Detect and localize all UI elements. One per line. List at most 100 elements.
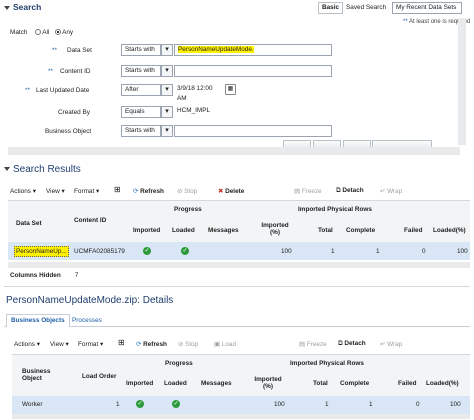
search-buttons-partial: [283, 140, 453, 147]
chevron-down-icon[interactable]: ▾: [161, 65, 173, 77]
horizontal-scrollbar[interactable]: [8, 262, 470, 268]
freeze-button[interactable]: ▤ Freeze: [299, 340, 327, 348]
refresh-button[interactable]: ⟳ Refresh: [136, 340, 167, 348]
content-id-cell: UCMFA02085179: [74, 248, 125, 255]
col-total[interactable]: Total: [313, 380, 328, 387]
col-messages[interactable]: Messages: [201, 380, 232, 387]
wrap-icon: ↵: [380, 188, 386, 195]
chevron-down-icon[interactable]: ▾: [161, 84, 173, 96]
chevron-down-icon[interactable]: ▾: [161, 125, 173, 137]
details-table-header: [12, 354, 470, 396]
col-imported[interactable]: Imported: [133, 227, 160, 234]
col-loaded-pct[interactable]: Loaded(%): [433, 227, 466, 234]
wrap-button[interactable]: ↵ Wrap: [380, 340, 402, 348]
tab-saved-search[interactable]: Saved Search: [346, 4, 386, 11]
wrap-icon: ↵: [380, 341, 386, 348]
stop-button[interactable]: ⊘ Stop: [178, 340, 198, 348]
created-by-operator[interactable]: Equals: [121, 106, 161, 118]
col-imported-physical-rows: Imported Physical Rows: [298, 206, 372, 213]
date-input[interactable]: 3/9/18 12:00 AM: [174, 84, 220, 102]
complete-cell: 1: [369, 401, 373, 408]
actions-menu[interactable]: Actions ▾: [14, 340, 40, 348]
required-marker: **: [48, 68, 53, 75]
wrap-button[interactable]: ↵ Wrap: [380, 187, 402, 195]
failed-cell: 0: [416, 401, 420, 408]
col-failed[interactable]: Failed: [398, 380, 416, 387]
refresh-button[interactable]: ⟳ Refresh: [133, 187, 164, 195]
col-loaded[interactable]: Loaded: [164, 380, 187, 387]
load-order-cell: 1: [116, 401, 120, 408]
business-object-cell: Worker: [22, 401, 43, 408]
delete-button[interactable]: ✖ Delete: [218, 187, 244, 195]
tab-basic[interactable]: Basic: [318, 2, 343, 14]
col-imported-pct[interactable]: Imported (%): [259, 222, 291, 236]
chevron-down-icon[interactable]: ▾: [161, 44, 173, 56]
col-content-id[interactable]: Content ID: [74, 217, 106, 224]
content-id-operator[interactable]: Starts with: [121, 65, 161, 77]
col-loaded-pct[interactable]: Loaded(%): [426, 380, 459, 387]
view-menu[interactable]: View ▾: [46, 187, 65, 195]
view-menu[interactable]: View ▾: [50, 340, 69, 348]
horizontal-scrollbar[interactable]: [8, 147, 460, 155]
freeze-button[interactable]: ▤ Freeze: [294, 187, 322, 195]
details-toolbar: Actions ▾ View ▾ Format ▾ ⊞ ⟳ Refresh ⊘ …: [12, 334, 468, 352]
stop-icon: ⊘: [177, 188, 183, 195]
search-section-title[interactable]: Search: [4, 2, 41, 12]
format-menu[interactable]: Format ▾: [78, 340, 103, 348]
detach-button[interactable]: ⧉ Detach: [336, 187, 364, 195]
calendar-icon[interactable]: ▦: [225, 84, 236, 95]
required-marker: **: [25, 87, 30, 94]
tab-processes[interactable]: Processes: [72, 317, 102, 324]
col-complete[interactable]: Complete: [340, 380, 369, 387]
actions-menu[interactable]: Actions ▾: [10, 187, 36, 195]
load-icon: ▣: [214, 341, 221, 348]
load-button[interactable]: ▣ Load: [214, 340, 236, 348]
delete-icon: ✖: [218, 188, 224, 195]
format-menu[interactable]: Format ▾: [74, 187, 99, 195]
field-label-data-set: Data Set: [67, 47, 92, 54]
match-row: Match All Any: [10, 29, 74, 36]
saved-search-select[interactable]: My Recent Data Sets: [392, 2, 462, 14]
col-imported-pct[interactable]: Imported (%): [252, 376, 284, 390]
stop-button[interactable]: ⊘ Stop: [177, 187, 197, 195]
business-object-operator[interactable]: Starts with: [121, 125, 161, 137]
results-section-title[interactable]: Search Results: [4, 164, 81, 175]
col-complete[interactable]: Complete: [346, 227, 375, 234]
match-any-radio[interactable]: [55, 29, 62, 36]
dataset-cell[interactable]: PersonNameUp...: [14, 246, 69, 257]
refresh-icon: ⟳: [133, 188, 139, 195]
data-set-input[interactable]: PersonNameUpdateMode.: [174, 44, 332, 56]
col-failed[interactable]: Failed: [404, 227, 422, 234]
content-id-input[interactable]: [174, 65, 332, 77]
data-set-operator[interactable]: Starts with: [121, 44, 161, 56]
imported-pct-cell: 100: [281, 248, 292, 255]
collapse-icon[interactable]: [4, 5, 10, 10]
detach-button[interactable]: ⧉ Detach: [338, 340, 366, 348]
match-all-radio[interactable]: [35, 29, 42, 36]
col-messages[interactable]: Messages: [208, 227, 239, 234]
created-by-input[interactable]: HCM_IMPL: [174, 106, 332, 118]
col-load-order[interactable]: Load Order: [82, 373, 116, 380]
business-object-input[interactable]: [174, 125, 332, 137]
col-business-object[interactable]: Business Object: [22, 368, 62, 382]
col-imported[interactable]: Imported: [126, 380, 153, 387]
table-row[interactable]: [12, 396, 470, 414]
chevron-down-icon[interactable]: ▾: [161, 106, 173, 118]
columns-icon[interactable]: ⊞: [114, 185, 121, 194]
tab-business-objects[interactable]: Business Objects: [6, 314, 70, 328]
vertical-scrollbar[interactable]: [458, 18, 466, 145]
detach-icon: ⧉: [336, 187, 341, 194]
field-label-last-updated: Last Updated Date: [36, 87, 90, 94]
failed-cell: 0: [422, 248, 426, 255]
columns-icon[interactable]: ⊞: [118, 338, 125, 347]
complete-cell: 1: [376, 248, 380, 255]
col-loaded[interactable]: Loaded: [172, 227, 195, 234]
horizontal-scrollbar[interactable]: [12, 414, 470, 419]
loaded-pct-cell: 100: [450, 401, 461, 408]
col-total[interactable]: Total: [318, 227, 333, 234]
required-marker: **: [52, 47, 57, 54]
freeze-icon: ▤: [294, 188, 301, 195]
collapse-icon[interactable]: [4, 167, 10, 172]
date-operator[interactable]: After: [121, 84, 161, 96]
col-data-set[interactable]: Data Set: [16, 220, 42, 227]
